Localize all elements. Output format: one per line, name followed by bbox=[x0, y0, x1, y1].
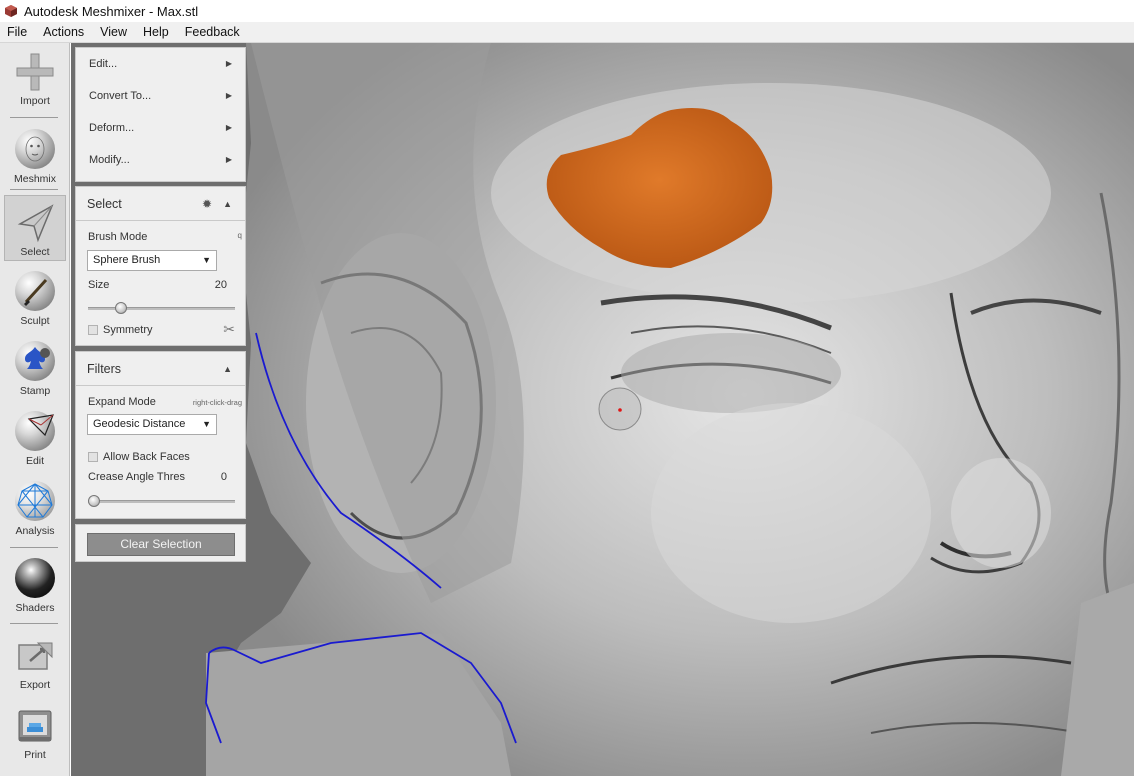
tool-sculpt-label: Sculpt bbox=[20, 315, 50, 327]
expand-mode-label: Expand Mode bbox=[88, 396, 156, 408]
tool-analysis-label: Analysis bbox=[15, 525, 55, 537]
size-label: Size bbox=[88, 279, 110, 291]
printer-icon bbox=[14, 705, 56, 747]
menu-feedback[interactable]: Feedback bbox=[177, 22, 248, 43]
toolbar-divider bbox=[10, 117, 58, 118]
tool-select-label: Select bbox=[20, 246, 50, 258]
tool-export[interactable]: Export bbox=[4, 635, 66, 691]
brush-mode-label: Brush Mode bbox=[88, 231, 148, 243]
menu-convert-to[interactable]: Convert To... ▶ bbox=[76, 80, 245, 112]
crease-angle-value: 0 bbox=[220, 471, 227, 483]
toolbar-divider bbox=[10, 189, 58, 190]
tool-import[interactable]: Import bbox=[4, 51, 66, 107]
chevron-down-icon: ▼ bbox=[202, 419, 211, 429]
menu-help[interactable]: Help bbox=[135, 22, 177, 43]
tool-export-label: Export bbox=[19, 679, 51, 691]
menu-actions[interactable]: Actions bbox=[35, 22, 92, 43]
tool-shaders-label: Shaders bbox=[15, 602, 55, 614]
size-slider-handle[interactable] bbox=[115, 302, 127, 314]
window-title: Autodesk Meshmixer - Max.stl bbox=[24, 3, 199, 19]
filters-panel: Filters ▲ Expand Mode right-click-drag G… bbox=[75, 351, 246, 519]
menu-view[interactable]: View bbox=[92, 22, 135, 43]
select-panel-title: Select bbox=[87, 197, 122, 211]
stamp-icon bbox=[14, 341, 56, 383]
menu-modify-label: Modify... bbox=[89, 154, 130, 166]
menu-bar: File Actions View Help Feedback bbox=[0, 22, 1134, 43]
left-toolbar: Import Meshmix Select Sculpt Stamp Edit … bbox=[0, 43, 70, 776]
tool-meshmix[interactable]: Meshmix bbox=[4, 129, 66, 185]
clear-selection-panel: Clear Selection bbox=[75, 524, 246, 562]
brush-icon bbox=[14, 271, 56, 313]
menu-modify[interactable]: Modify... ▶ bbox=[76, 144, 245, 176]
select-panel: Select ✹ ▲ Brush Mode q Sphere Brush ▼ S… bbox=[75, 186, 246, 346]
allow-back-faces-checkbox[interactable] bbox=[88, 452, 98, 462]
symmetry-label: Symmetry bbox=[103, 324, 153, 336]
collapse-arrow-icon[interactable]: ▲ bbox=[223, 187, 232, 221]
tool-meshmix-label: Meshmix bbox=[13, 173, 56, 185]
expand-mode-value: Geodesic Distance bbox=[93, 418, 186, 430]
menu-deform-label: Deform... bbox=[89, 122, 135, 134]
head-sphere-icon bbox=[14, 129, 56, 171]
meshmixer-app-icon bbox=[5, 5, 17, 17]
brush-mode-dropdown[interactable]: Sphere Brush ▼ bbox=[87, 250, 217, 271]
select-panel-header: Select ✹ ▲ bbox=[76, 187, 245, 221]
chevron-down-icon: ▼ bbox=[202, 255, 211, 265]
menu-convert-to-label: Convert To... bbox=[89, 90, 152, 102]
size-slider[interactable] bbox=[88, 302, 235, 314]
menu-file[interactable]: File bbox=[0, 22, 35, 43]
plus-icon bbox=[14, 51, 56, 93]
export-icon bbox=[14, 635, 56, 677]
shader-sphere-icon bbox=[14, 558, 56, 600]
expand-mode-hint: right-click-drag bbox=[192, 398, 242, 407]
symmetry-tool-icon[interactable]: ✂ bbox=[223, 321, 235, 338]
crease-angle-slider[interactable] bbox=[88, 495, 235, 507]
menu-deform[interactable]: Deform... ▶ bbox=[76, 112, 245, 144]
crease-angle-label: Crease Angle Thres bbox=[88, 471, 186, 483]
brush-mode-value: Sphere Brush bbox=[93, 254, 161, 266]
allow-back-faces-label: Allow Back Faces bbox=[103, 451, 190, 463]
size-value: 20 bbox=[214, 279, 227, 291]
action-menu-panel: Edit... ▶ Convert To... ▶ Deform... ▶ Mo… bbox=[75, 47, 246, 182]
tool-print-label: Print bbox=[24, 749, 46, 761]
crease-angle-slider-handle[interactable] bbox=[88, 495, 100, 507]
filters-panel-title: Filters bbox=[87, 362, 122, 376]
tool-select[interactable]: Select bbox=[4, 195, 66, 261]
symmetry-checkbox[interactable] bbox=[88, 325, 98, 335]
toolbar-divider bbox=[10, 547, 58, 548]
tool-shaders[interactable]: Shaders bbox=[4, 558, 66, 614]
title-bar: Autodesk Meshmixer - Max.stl bbox=[0, 0, 1134, 22]
menu-edit-label: Edit... bbox=[89, 58, 118, 70]
toolbar-divider bbox=[10, 623, 58, 624]
tool-import-label: Import bbox=[20, 95, 50, 107]
collapse-arrow-icon[interactable]: ▲ bbox=[223, 352, 232, 386]
analysis-mesh-icon bbox=[14, 481, 56, 523]
menu-edit[interactable]: Edit... ▶ bbox=[76, 48, 245, 80]
tool-analysis[interactable]: Analysis bbox=[4, 481, 66, 537]
submenu-arrow-icon: ▶ bbox=[225, 59, 232, 68]
expand-mode-dropdown[interactable]: Geodesic Distance ▼ bbox=[87, 414, 217, 435]
brush-mode-hotkey: q bbox=[237, 231, 242, 240]
tool-stamp-label: Stamp bbox=[19, 385, 51, 397]
brush-center-dot bbox=[618, 408, 622, 412]
submenu-arrow-icon: ▶ bbox=[225, 155, 232, 164]
tool-edit[interactable]: Edit bbox=[4, 411, 66, 467]
tool-print[interactable]: Print bbox=[4, 705, 66, 761]
select-arrow-icon bbox=[14, 202, 56, 244]
tool-stamp[interactable]: Stamp bbox=[4, 341, 66, 397]
edit-sphere-icon bbox=[14, 411, 56, 453]
submenu-arrow-icon: ▶ bbox=[225, 123, 232, 132]
gear-icon[interactable]: ✹ bbox=[202, 187, 212, 221]
tool-edit-label: Edit bbox=[25, 455, 45, 467]
filters-panel-header: Filters ▲ bbox=[76, 352, 245, 386]
clear-selection-button[interactable]: Clear Selection bbox=[87, 533, 235, 556]
submenu-arrow-icon: ▶ bbox=[225, 91, 232, 100]
tool-sculpt[interactable]: Sculpt bbox=[4, 271, 66, 327]
